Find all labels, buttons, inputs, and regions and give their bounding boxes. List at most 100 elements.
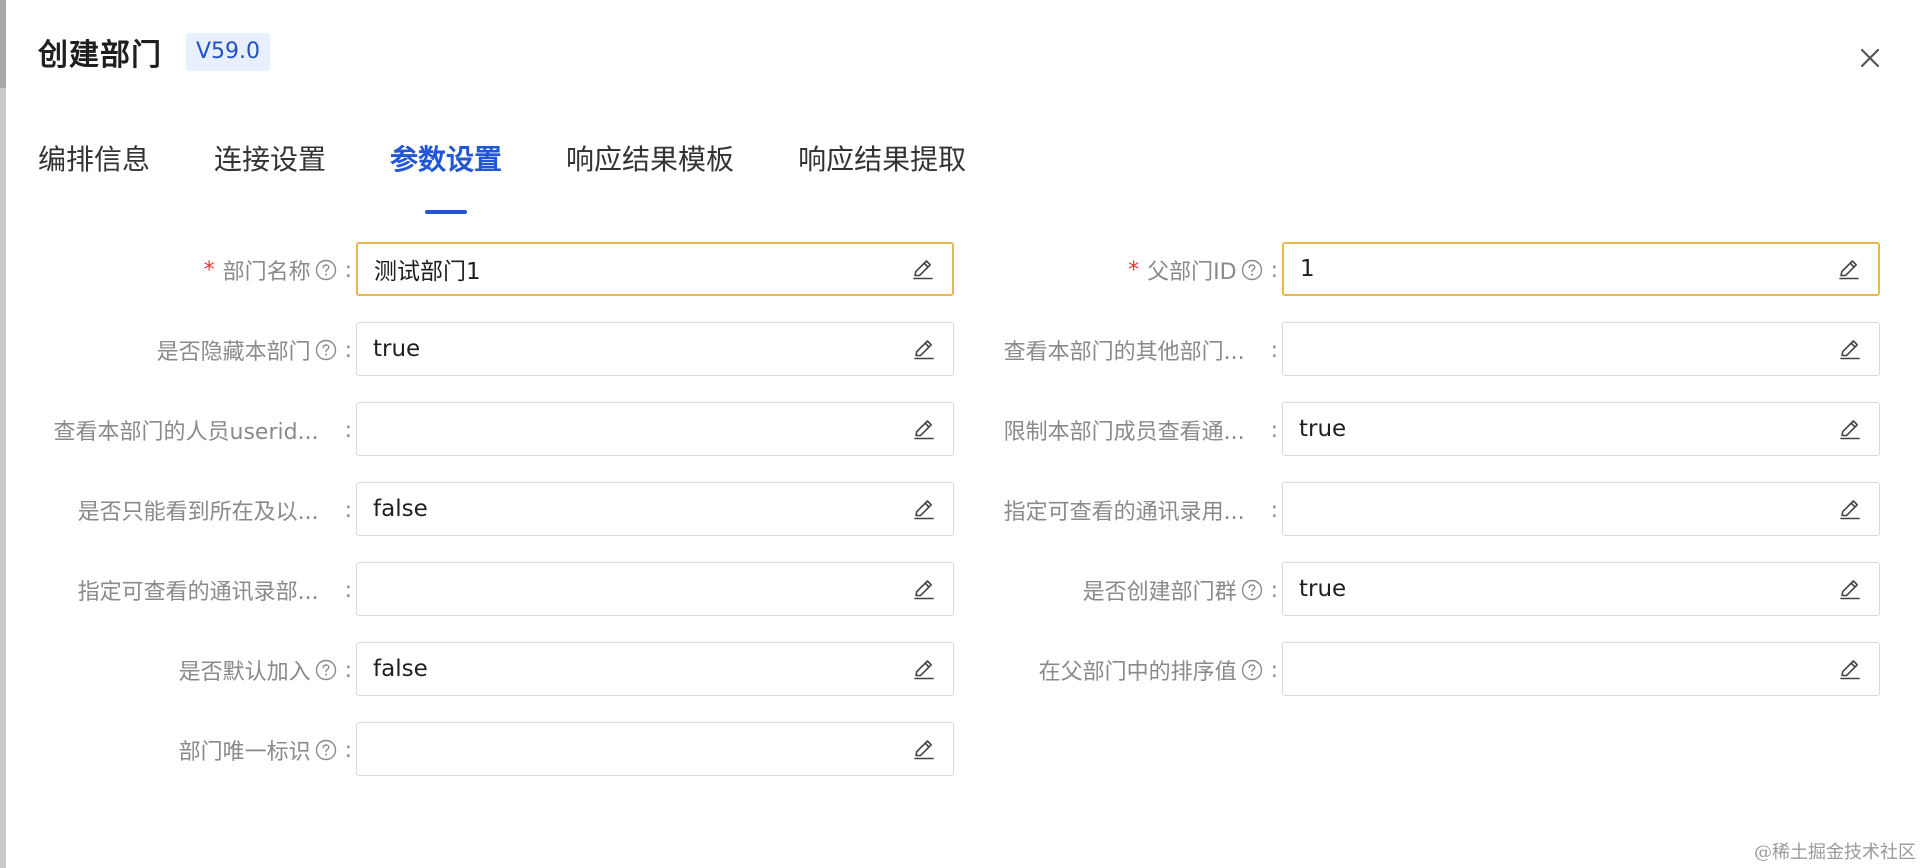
pencil-edit-icon[interactable]: [1837, 576, 1863, 602]
question-circle-icon-svg: [1241, 579, 1262, 601]
field-label: 查看本部门的其他部门... :: [956, 322, 1282, 378]
pencil-edit-icon[interactable]: [911, 496, 937, 522]
form-field: 指定可查看的通讯录部... :: [30, 562, 956, 618]
field-label: 指定可查看的通讯录部... :: [30, 562, 356, 618]
field-input[interactable]: [357, 482, 911, 536]
dialog-header: 创建部门 V59.0: [38, 30, 271, 74]
create-department-dialog: 创建部门 V59.0 编排信息 连接设置 参数设置 响应结果模板 响应结果提取 …: [0, 0, 1920, 868]
field-input-box[interactable]: [356, 562, 954, 616]
field-input-box[interactable]: [1282, 562, 1880, 616]
pencil-edit-icon[interactable]: [1837, 656, 1863, 682]
form-row: 部门唯一标识 :: [0, 722, 1920, 778]
form-field: 是否默认加入 :: [30, 642, 956, 698]
question-circle-icon-svg: [1241, 659, 1262, 681]
pencil-edit-icon[interactable]: [910, 256, 936, 282]
pencil-edit-icon[interactable]: [1837, 496, 1863, 522]
tab-orchestration-info[interactable]: 编排信息: [38, 140, 150, 198]
required-mark: *: [1128, 257, 1140, 283]
pencil-edit-icon-svg: [913, 260, 933, 280]
pencil-edit-icon-svg: [1839, 260, 1859, 280]
field-label: 是否隐藏本部门 :: [30, 322, 356, 378]
field-input[interactable]: [358, 243, 910, 295]
field-input-box[interactable]: [356, 402, 954, 456]
field-input-box[interactable]: [1282, 322, 1880, 376]
question-circle-icon-svg: [315, 739, 336, 761]
field-label: * 部门名称 :: [30, 242, 356, 298]
pencil-edit-icon[interactable]: [911, 656, 937, 682]
form-field: 在父部门中的排序值 :: [956, 642, 1882, 698]
pencil-edit-icon[interactable]: [1837, 336, 1863, 362]
form-field: 查看本部门的其他部门... :: [956, 322, 1882, 378]
form-field: 指定可查看的通讯录用... :: [956, 482, 1882, 538]
field-input[interactable]: [1283, 482, 1837, 536]
field-label-text: 指定可查看的通讯录部...: [77, 580, 319, 605]
form-row: * 部门名称 : * 父部门ID: [0, 242, 1920, 298]
field-label: * 父部门ID :: [956, 242, 1282, 298]
question-circle-icon[interactable]: [315, 259, 337, 281]
field-colon: :: [344, 257, 352, 283]
field-label-text: 是否默认加入: [178, 660, 311, 685]
tab-connection-settings[interactable]: 连接设置: [214, 140, 326, 198]
field-input-box[interactable]: [356, 642, 954, 696]
question-circle-icon[interactable]: [1241, 259, 1263, 281]
tab-response-template[interactable]: 响应结果模板: [566, 140, 734, 198]
field-input[interactable]: [1283, 322, 1837, 376]
field-input-box[interactable]: [356, 242, 954, 296]
question-circle-icon[interactable]: [315, 739, 337, 761]
field-input[interactable]: [357, 402, 911, 456]
field-input[interactable]: [1283, 642, 1837, 696]
field-label-text: 指定可查看的通讯录用...: [1003, 500, 1245, 525]
tab-parameter-settings[interactable]: 参数设置: [390, 140, 502, 198]
tab-bar: 编排信息 连接设置 参数设置 响应结果模板 响应结果提取: [38, 140, 1030, 198]
question-circle-icon-svg: [315, 259, 336, 281]
tab-response-extraction[interactable]: 响应结果提取: [798, 140, 966, 198]
field-input-box[interactable]: [1282, 482, 1880, 536]
pencil-edit-icon[interactable]: [911, 416, 937, 442]
field-colon: :: [1270, 337, 1278, 363]
field-input-box[interactable]: [1282, 402, 1880, 456]
field-label-text: 部门唯一标识: [178, 740, 311, 765]
field-input-box[interactable]: [356, 722, 954, 776]
form-field: 部门唯一标识 :: [30, 722, 956, 778]
field-colon: :: [344, 657, 352, 683]
question-circle-icon[interactable]: [315, 659, 337, 681]
form-field: 查看本部门的人员userid... :: [30, 402, 956, 458]
field-colon: :: [344, 497, 352, 523]
pencil-edit-icon-svg: [1840, 500, 1860, 520]
close-button[interactable]: [1852, 40, 1888, 76]
field-input-box[interactable]: [356, 482, 954, 536]
pencil-edit-icon-svg: [914, 340, 934, 360]
field-colon: :: [344, 737, 352, 763]
field-input[interactable]: [357, 722, 911, 776]
watermark: @稀土掘金技术社区: [1754, 842, 1916, 863]
field-label-text: 是否只能看到所在及以...: [77, 500, 319, 525]
field-input-box[interactable]: [1282, 242, 1880, 296]
field-label-text: 父部门ID: [1147, 260, 1237, 285]
question-circle-icon[interactable]: [315, 339, 337, 361]
question-circle-icon[interactable]: [1241, 579, 1263, 601]
pencil-edit-icon[interactable]: [911, 736, 937, 762]
field-label: 限制本部门成员查看通... :: [956, 402, 1282, 458]
field-colon: :: [1270, 657, 1278, 683]
field-input[interactable]: [357, 642, 911, 696]
form-field: 是否只能看到所在及以... :: [30, 482, 956, 538]
field-label: 查看本部门的人员userid... :: [30, 402, 356, 458]
field-label: 在父部门中的排序值 :: [956, 642, 1282, 698]
pencil-edit-icon[interactable]: [911, 576, 937, 602]
field-input-box[interactable]: [1282, 642, 1880, 696]
field-input[interactable]: [357, 322, 911, 376]
pencil-edit-icon[interactable]: [1836, 256, 1862, 282]
field-colon: :: [1270, 417, 1278, 443]
field-input[interactable]: [357, 562, 911, 616]
field-input-box[interactable]: [356, 322, 954, 376]
field-input[interactable]: [1283, 402, 1837, 456]
field-colon: :: [344, 337, 352, 363]
question-circle-icon[interactable]: [1241, 659, 1263, 681]
field-label-text: 部门名称: [222, 260, 311, 285]
field-input[interactable]: [1284, 243, 1836, 295]
form-row: 指定可查看的通讯录部... : 是否创建部门群: true: [0, 562, 1920, 618]
field-input[interactable]: [1283, 562, 1837, 616]
pencil-edit-icon-svg: [1840, 420, 1860, 440]
pencil-edit-icon[interactable]: [911, 336, 937, 362]
pencil-edit-icon[interactable]: [1837, 416, 1863, 442]
